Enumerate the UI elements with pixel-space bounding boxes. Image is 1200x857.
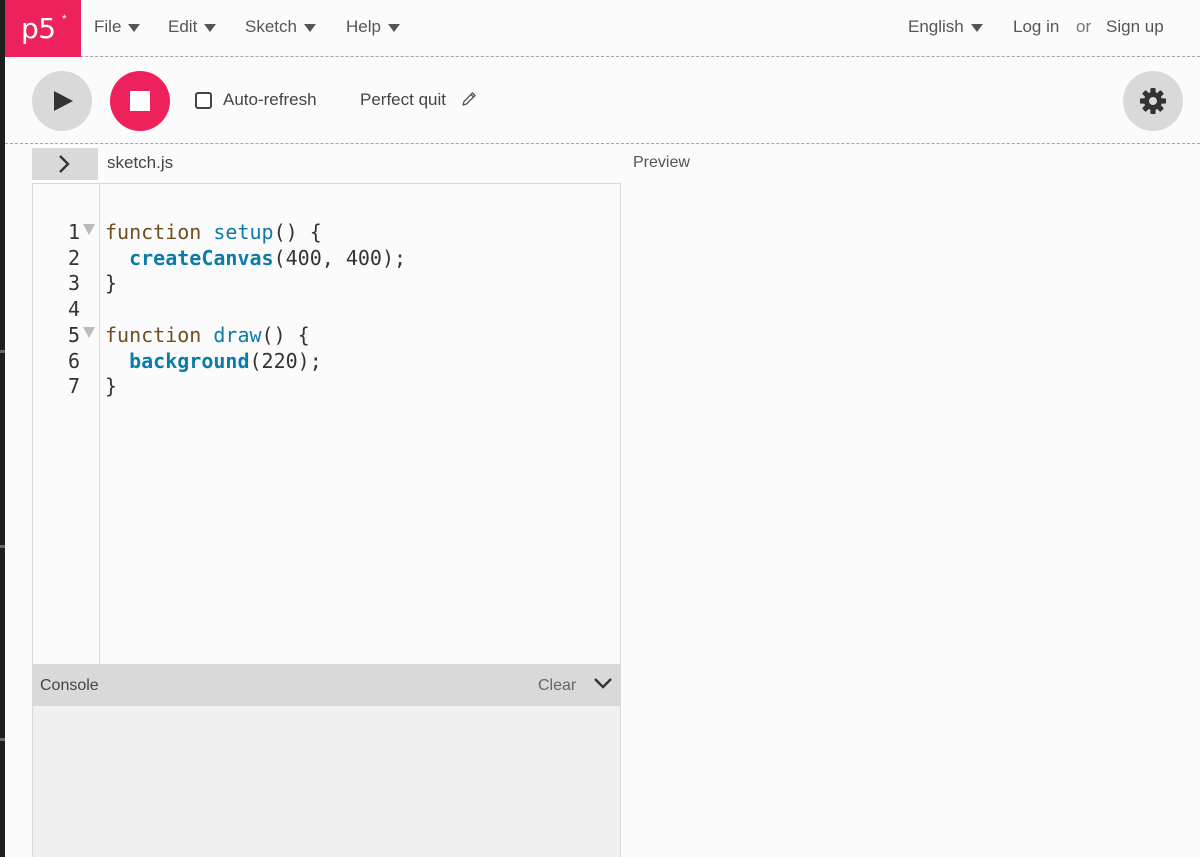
code-line: background(220); — [105, 349, 322, 373]
code-token: () { — [273, 220, 322, 244]
caret-down-icon — [970, 24, 983, 32]
menu-file-label: File — [94, 17, 122, 36]
sketch-name[interactable]: Perfect quit — [360, 90, 446, 110]
caret-down-icon — [204, 24, 217, 32]
caret-down-icon — [128, 24, 141, 32]
line-number: 2 — [67, 246, 80, 270]
menu-edit-label: Edit — [168, 17, 198, 36]
keyword-token: function — [105, 323, 202, 347]
file-tab-sketch-js[interactable]: sketch.js — [107, 153, 173, 173]
play-button[interactable] — [32, 71, 92, 131]
menu-edit[interactable]: Edit — [168, 17, 217, 37]
code-line: } — [105, 271, 117, 295]
gear-icon — [1140, 88, 1166, 114]
chevron-down-icon[interactable] — [593, 677, 613, 691]
line-number: 5 — [67, 323, 80, 347]
language-label: English — [908, 17, 964, 36]
preview-title: Preview — [633, 154, 690, 171]
auto-refresh-label: Auto-refresh — [223, 90, 317, 109]
console-clear-button[interactable]: Clear — [538, 677, 576, 695]
menu-help-label: Help — [346, 17, 381, 36]
console-output — [32, 706, 621, 857]
auto-refresh-checkbox[interactable] — [195, 92, 212, 109]
stop-icon — [130, 91, 150, 111]
line-number: 3 — [67, 271, 80, 295]
play-icon — [54, 91, 73, 111]
chevron-right-icon — [59, 155, 70, 173]
stop-button[interactable] — [110, 71, 170, 131]
line-number: 6 — [67, 349, 80, 373]
line-number: 7 — [67, 374, 80, 398]
line-number-gutter: 1 2 3 4 5 6 7 — [33, 184, 100, 664]
login-link[interactable]: Log in — [1013, 17, 1059, 37]
console-header: Console Clear — [32, 665, 621, 706]
code-token: } — [105, 374, 118, 398]
or-separator: or — [1076, 17, 1092, 36]
code-token: (220); — [249, 349, 322, 373]
code-line: function setup() { — [105, 220, 322, 244]
code-line: } — [105, 374, 117, 398]
toolbar: Auto-refresh Perfect quit — [5, 58, 1200, 144]
builtin-function-token: background — [129, 349, 250, 373]
line-number: 1 — [67, 220, 80, 244]
fold-arrow-icon[interactable] — [83, 224, 95, 235]
code-line: function draw() { — [105, 323, 310, 347]
menu-sketch[interactable]: Sketch — [245, 17, 316, 37]
caret-down-icon — [303, 24, 316, 32]
menu-file[interactable]: File — [94, 17, 141, 37]
function-name-token: draw — [213, 323, 262, 347]
code-editor[interactable]: 1 2 3 4 5 6 7 function setup() { createC… — [32, 183, 621, 665]
pencil-icon[interactable] — [461, 91, 477, 107]
p5-logo[interactable]: p5 * — [5, 0, 81, 57]
logo-star: * — [62, 12, 67, 26]
console-title: Console — [40, 677, 99, 694]
settings-button[interactable] — [1123, 71, 1183, 131]
code-token: () { — [261, 323, 310, 347]
language-menu[interactable]: English — [908, 17, 983, 37]
nav-bar: p5 * File Edit Sketch Help English Log i… — [5, 0, 1200, 57]
function-name-token: setup — [213, 220, 274, 244]
keyword-token: function — [105, 220, 202, 244]
signup-link[interactable]: Sign up — [1106, 17, 1164, 37]
code-line: createCanvas(400, 400); — [105, 246, 406, 270]
indent-token — [105, 349, 129, 373]
logo-text: p5 — [21, 12, 56, 45]
code-token: } — [105, 271, 118, 295]
code-token: (400, 400); — [273, 246, 407, 270]
sidebar-toggle-button[interactable] — [32, 148, 98, 180]
p5-editor-window: p5 * File Edit Sketch Help English Log i… — [5, 0, 1200, 857]
line-number: 4 — [67, 297, 80, 321]
indent-token — [105, 246, 129, 270]
menu-sketch-label: Sketch — [245, 17, 297, 36]
menu-help[interactable]: Help — [346, 17, 400, 37]
caret-down-icon — [387, 24, 400, 32]
builtin-function-token: createCanvas — [129, 246, 274, 270]
fold-arrow-icon[interactable] — [83, 327, 95, 338]
